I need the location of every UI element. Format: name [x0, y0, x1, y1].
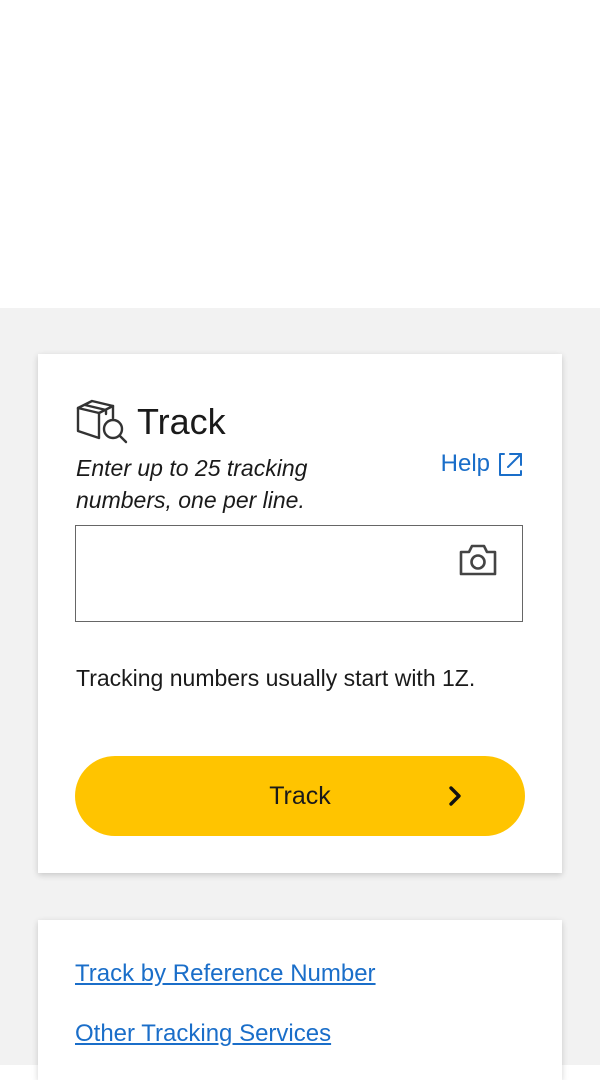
chevron-right-icon — [449, 786, 461, 806]
camera-icon[interactable] — [458, 542, 498, 578]
tracking-hint: Tracking numbers usually start with 1Z. — [76, 665, 476, 691]
tracking-instructions: Enter up to 25 tracking numbers, one per… — [76, 455, 308, 513]
tracking-links-card: Track by Reference Number Other Tracking… — [38, 920, 562, 1080]
track-title: Track — [137, 401, 226, 442]
track-title-row: Track — [75, 396, 226, 448]
other-tracking-services-link[interactable]: Other Tracking Services — [75, 1020, 331, 1048]
track-by-reference-link[interactable]: Track by Reference Number — [75, 960, 376, 988]
track-card: Track Enter up to 25 tracking numbers, o… — [38, 354, 562, 873]
tracking-numbers-field — [75, 525, 523, 622]
track-button[interactable]: Track — [75, 756, 525, 836]
package-search-icon — [76, 399, 128, 444]
track-button-label: Track — [269, 781, 331, 810]
top-blank-area — [0, 0, 600, 308]
help-link[interactable]: Help — [441, 450, 524, 478]
external-link-icon — [499, 453, 522, 476]
help-label: Help — [440, 450, 490, 477]
tracking-numbers-input[interactable] — [86, 534, 450, 618]
